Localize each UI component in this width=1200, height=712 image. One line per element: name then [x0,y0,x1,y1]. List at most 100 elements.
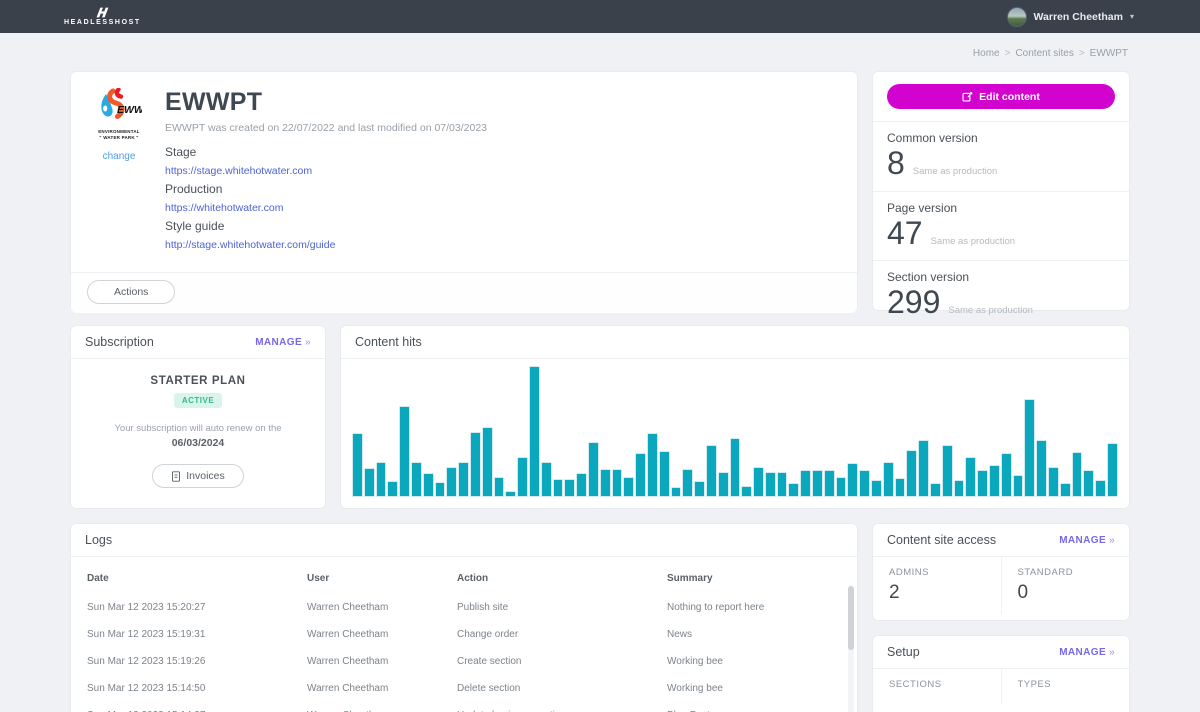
renew-text: Your subscription will auto renew on the [114,423,281,434]
log-summary: Blog Post [667,702,857,712]
page-version-value: 47 [887,217,923,251]
logs-scrollbar[interactable] [848,586,854,712]
user-menu[interactable]: Warren Cheetham ▾ [1007,7,1134,27]
chart-bar [530,367,539,496]
style-guide-url-link[interactable]: http://stage.whitehotwater.com/guide [165,239,335,251]
admins-stat: ADMINS 2 [873,557,1001,614]
stage-label: Stage [165,145,487,159]
chart-bar [577,474,586,496]
chart-bar [837,478,846,496]
log-summary: Working bee [667,675,857,702]
common-version-item: Common version 8 Same as production [873,122,1129,192]
log-action: Change order [457,621,667,648]
chart-bar [601,470,610,496]
subscription-card: Subscription MANAGE» STARTER PLAN ACTIVE… [70,325,326,509]
log-action: Create section [457,648,667,675]
chart-bar [860,471,869,496]
logs-col-summary: Summary [667,561,857,594]
log-action: Update business section [457,702,667,712]
ewwpt-logo-caption-2: " WATER PARK " [87,135,151,141]
chart-bar [636,454,645,496]
chart-bar [872,481,881,496]
chart-bar [707,446,716,496]
plan-name: STARTER PLAN [71,375,325,387]
versions-card: Edit content Common version 8 Same as pr… [872,71,1130,311]
breadcrumb-home[interactable]: Home [973,48,1000,59]
access-manage-link[interactable]: MANAGE» [1059,535,1115,546]
invoices-button[interactable]: Invoices [152,464,244,488]
chart-bar [931,484,940,496]
site-summary-card: EWWPT ENVIRONMENTAL " WATER PARK " chang… [70,71,858,311]
log-user: Warren Cheetham [307,621,457,648]
chart-bar [731,439,740,496]
svg-text:EWWPT: EWWPT [117,104,142,116]
chart-bar [907,451,916,496]
log-date: Sun Mar 12 2023 15:14:37 [71,702,307,712]
logs-table: Date User Action Summary Sun Mar 12 2023… [71,561,857,712]
section-version-value: 299 [887,286,940,320]
user-avatar [1007,7,1027,27]
log-user: Warren Cheetham [307,594,457,621]
chart-bar [471,433,480,496]
chart-bar [624,478,633,496]
section-version-label: Section version [887,270,1115,284]
sections-label: SECTIONS [889,679,1001,690]
log-summary: Working bee [667,648,857,675]
production-url-link[interactable]: https://whitehotwater.com [165,202,283,214]
subscription-manage-link[interactable]: MANAGE» [255,337,311,348]
chart-bar [754,468,763,496]
chart-bar [896,479,905,496]
chart-bar [565,480,574,496]
chart-bar [506,492,515,496]
logs-col-user: User [307,561,457,594]
logs-col-action: Action [457,561,667,594]
edit-content-button[interactable]: Edit content [887,84,1115,109]
double-chevron-icon: » [305,337,311,348]
chart-bar [483,428,492,496]
log-date: Sun Mar 12 2023 15:14:50 [71,675,307,702]
standard-value: 0 [1018,582,1130,604]
logs-col-date: Date [71,561,307,594]
chart-bar [495,478,504,496]
setup-manage-link[interactable]: MANAGE» [1059,647,1115,658]
table-row: Sun Mar 12 2023 15:20:27 Warren Cheetham… [71,594,857,621]
section-version-note: Same as production [948,305,1033,316]
headlesshost-logo[interactable]: HEADLESSHOST [64,7,141,26]
log-summary: Nothing to report here [667,594,857,621]
breadcrumb-content-sites[interactable]: Content sites [1015,48,1073,59]
content-hits-card: Content hits [340,325,1130,509]
access-title: Content site access [887,533,996,547]
status-badge: ACTIVE [174,393,222,408]
chart-bar [436,483,445,496]
chart-bar [955,481,964,496]
chart-bar [966,458,975,496]
chart-bar [542,463,551,496]
chart-bar [884,463,893,496]
logs-title: Logs [85,533,112,547]
chart-bar [424,474,433,496]
actions-button[interactable]: Actions [87,280,175,304]
table-row: Sun Mar 12 2023 15:14:50 Warren Cheetham… [71,675,857,702]
headlesshost-logo-icon [96,7,109,18]
page-version-note: Same as production [931,236,1016,247]
site-created-modified-text: EWWPT was created on 22/07/2022 and last… [165,122,487,134]
page-title: EWWPT [165,88,487,117]
chart-bar [1084,471,1093,496]
log-action: Publish site [457,594,667,621]
log-summary: News [667,621,857,648]
chart-bar [742,487,751,496]
edit-pencil-icon [962,91,973,102]
chart-bar [683,470,692,496]
change-logo-link[interactable]: change [103,151,136,162]
stage-url-link[interactable]: https://stage.whitehotwater.com [165,165,312,177]
common-version-note: Same as production [913,166,998,177]
chart-bar [1073,453,1082,496]
section-version-item: Section version 299 Same as production [873,261,1129,330]
topbar: HEADLESSHOST Warren Cheetham ▾ [0,0,1200,33]
content-hits-chart [341,359,1129,508]
admins-label: ADMINS [889,567,1001,578]
logs-card: Logs Date User Action Summary Sun Mar 12… [70,523,858,712]
chart-bar [801,471,810,496]
logs-scrollbar-thumb[interactable] [848,586,854,650]
setup-title: Setup [887,645,920,659]
